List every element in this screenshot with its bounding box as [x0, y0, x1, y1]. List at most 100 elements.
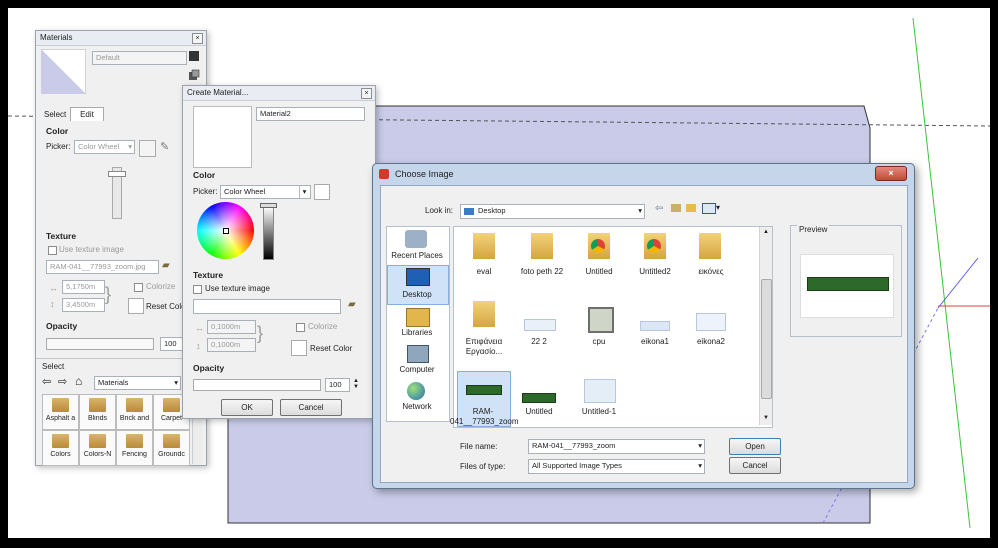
filename-input[interactable]: RAM-041__77993_zoom ▾	[528, 439, 705, 454]
opacity-slider[interactable]	[193, 379, 321, 391]
reset-color-swatch[interactable]	[291, 340, 307, 356]
material-name-field[interactable]: Default	[92, 51, 187, 65]
opacity-slider[interactable]	[46, 338, 154, 350]
sketchup-logo-icon	[379, 169, 389, 179]
back-arrow-icon[interactable]: ⇦	[42, 375, 51, 388]
create-material-icon[interactable]	[188, 69, 200, 81]
color-swatch[interactable]	[314, 184, 330, 200]
file-item[interactable]: Untitled	[506, 407, 572, 416]
scrollbar-thumb[interactable]	[761, 279, 772, 399]
texture-width-field[interactable]: 0,1000m	[207, 320, 256, 334]
ok-button[interactable]: OK	[221, 399, 273, 416]
sample-paint-icon[interactable]: ✎	[160, 140, 169, 153]
texture-height-field[interactable]: 3,4500m	[62, 298, 105, 312]
back-arrow-icon[interactable]: ⇦	[655, 203, 663, 214]
use-texture-checkbox[interactable]	[48, 246, 57, 255]
close-icon[interactable]: ×	[192, 33, 203, 44]
sketchup-canvas[interactable]: Materials × Default Select Edit Color Pi…	[8, 8, 990, 538]
colorize-checkbox[interactable]	[134, 283, 143, 292]
tab-select[interactable]: Select	[44, 110, 66, 119]
filetype-select[interactable]: All Supported Image Types ▾	[528, 459, 705, 474]
new-folder-icon[interactable]	[686, 204, 696, 212]
brightness-slider-handle[interactable]	[108, 171, 126, 177]
file-item[interactable]: eval	[451, 267, 517, 276]
materials-title: Materials	[36, 31, 206, 46]
material-tile[interactable]: Colors	[42, 430, 79, 466]
texture-width-field[interactable]: 5,1750m	[62, 280, 105, 294]
material-tile-label: Fencing	[122, 451, 147, 458]
material-tile[interactable]: Fencing	[116, 430, 153, 466]
reset-color-swatch[interactable]	[128, 298, 144, 314]
color-wheel[interactable]	[197, 202, 254, 259]
brightness-slider-handle[interactable]	[260, 203, 277, 208]
chevron-down-icon: ▾	[299, 186, 309, 198]
file-list-scrollbar[interactable]: ▲ ▼	[759, 227, 772, 425]
file-item[interactable]: εικόνες	[678, 267, 744, 276]
close-icon[interactable]: ×	[875, 166, 907, 181]
picker-label: Picker:	[193, 187, 218, 196]
material-tile[interactable]: Colors-N	[79, 430, 116, 466]
file-item[interactable]: eikona2	[678, 337, 744, 346]
color-swatch[interactable]	[139, 140, 156, 157]
file-item[interactable]: 22 2	[506, 337, 572, 346]
collection-select-value: Materials	[98, 378, 129, 387]
file-item[interactable]: Untitled-1	[566, 407, 632, 416]
close-icon[interactable]: ×	[361, 88, 372, 99]
cpu-thumbnail	[588, 307, 614, 333]
chevron-down-icon[interactable]: ▾	[716, 203, 720, 212]
folder-icon	[126, 398, 143, 412]
material-tile[interactable]: Brick and	[116, 394, 153, 430]
home-icon[interactable]: ⌂	[75, 374, 82, 388]
chevron-down-icon: ▾	[128, 142, 132, 151]
opacity-field[interactable]: 100	[160, 337, 183, 351]
texture-file-field[interactable]: RAM-041__77993_zoom.jpg	[46, 260, 159, 274]
place-libraries[interactable]: Libraries	[387, 328, 447, 337]
picker-select[interactable]: Color Wheel ▾	[220, 185, 311, 199]
chrome-icon	[591, 239, 605, 253]
picker-select-value: Color Wheel	[78, 142, 120, 151]
display-icon[interactable]	[189, 51, 199, 61]
place-computer[interactable]: Computer	[387, 365, 447, 374]
height-arrow-icon: ↕	[50, 299, 55, 309]
use-texture-checkbox[interactable]	[193, 285, 202, 294]
up-folder-icon[interactable]	[671, 204, 681, 212]
material-tile[interactable]: Groundc	[153, 430, 190, 466]
picker-select[interactable]: Color Wheel ▾	[74, 140, 135, 154]
collection-select[interactable]: Materials ▾	[94, 376, 181, 390]
material-tile[interactable]: Asphalt a	[42, 394, 79, 430]
forward-arrow-icon[interactable]: ⇨	[58, 375, 67, 388]
cancel-button[interactable]: Cancel	[280, 399, 342, 416]
cancel-button[interactable]: Cancel	[729, 457, 781, 474]
colorize-checkbox[interactable]	[296, 323, 305, 332]
material-tile-label: Colors	[50, 451, 71, 458]
link-bracket-icon[interactable]: }	[257, 324, 263, 342]
desktop-icon	[406, 268, 430, 286]
place-network[interactable]: Network	[387, 402, 447, 411]
opacity-heading: Opacity	[46, 321, 78, 331]
color-wheel-cursor[interactable]	[223, 228, 229, 234]
look-in-select[interactable]: Desktop ▾	[460, 204, 645, 219]
reset-color-label[interactable]: Reset Color	[310, 344, 352, 353]
material-tile[interactable]: Blinds	[79, 394, 116, 430]
folder-icon	[89, 434, 106, 448]
texture-file-field[interactable]	[193, 299, 341, 314]
browse-folder-icon[interactable]: ▰	[348, 299, 356, 310]
open-button[interactable]: Open	[729, 438, 781, 455]
material-name-input[interactable]: Material2	[256, 107, 365, 121]
scroll-up-icon[interactable]: ▲	[763, 229, 769, 235]
scroll-down-icon[interactable]: ▼	[763, 415, 769, 421]
material-tile-label: Groundc	[158, 451, 185, 458]
view-menu-icon[interactable]	[702, 203, 716, 214]
brightness-slider[interactable]	[263, 206, 274, 260]
create-material-title: Create Material...	[183, 86, 375, 101]
opacity-spinner-icon[interactable]: ▲ ▼	[353, 378, 359, 390]
link-bracket-icon[interactable]: }	[105, 285, 111, 303]
opacity-field[interactable]: 100	[325, 378, 350, 392]
folder-icon	[163, 398, 180, 412]
chevron-down-icon: ▾	[638, 206, 642, 215]
browse-folder-icon[interactable]: ▰	[162, 260, 170, 271]
place-desktop[interactable]: Desktop	[387, 290, 447, 299]
texture-height-field[interactable]: 0,1000m	[207, 338, 256, 352]
place-recent-places[interactable]: Recent Places	[387, 251, 447, 260]
tab-edit[interactable]: Edit	[70, 107, 104, 121]
